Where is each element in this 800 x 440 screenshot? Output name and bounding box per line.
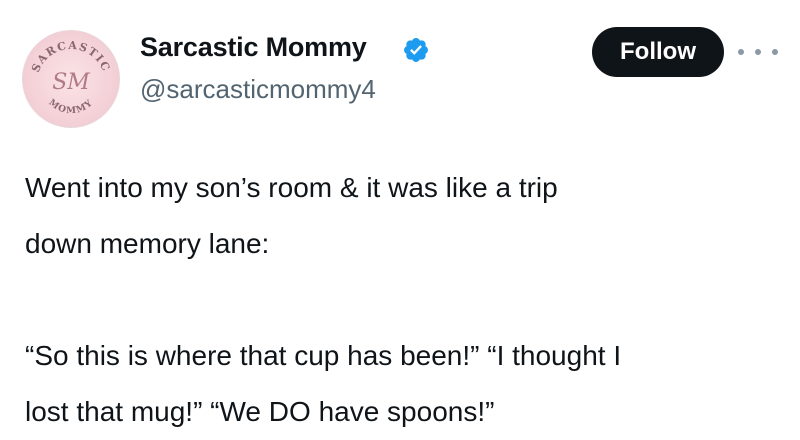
follow-button[interactable]: Follow — [592, 27, 724, 77]
more-dot — [755, 49, 761, 55]
display-name[interactable]: Sarcastic Mommy — [140, 32, 367, 63]
avatar-monogram: SM — [52, 70, 90, 95]
avatar[interactable]: SARCASTIC MOMMY SM — [22, 30, 120, 128]
more-dot — [772, 49, 778, 55]
user-handle[interactable]: @sarcasticmommy4 — [140, 74, 376, 105]
more-dot — [738, 49, 744, 55]
svg-text:SARCASTIC: SARCASTIC — [29, 39, 113, 75]
svg-text:MOMMY: MOMMY — [47, 98, 96, 116]
sarcastic-mommy-logo: SARCASTIC MOMMY SM — [29, 39, 113, 116]
tweet-line: “So this is where that cup has been!” “I… — [25, 340, 622, 371]
more-horizontal-icon[interactable] — [738, 40, 778, 64]
tweet-text: Went into my son’s room & it was like a … — [25, 160, 790, 440]
tweet-line: down memory lane: — [25, 228, 270, 259]
verified-badge-icon — [404, 38, 428, 62]
tweet-line: Went into my son’s room & it was like a … — [25, 172, 558, 203]
tweet-line: lost that mug!” “We DO have spoons!” — [25, 396, 495, 427]
avatar-ring-top-text: SARCASTIC — [29, 39, 111, 75]
avatar-ring-bottom-text: MOMMY — [47, 98, 95, 116]
